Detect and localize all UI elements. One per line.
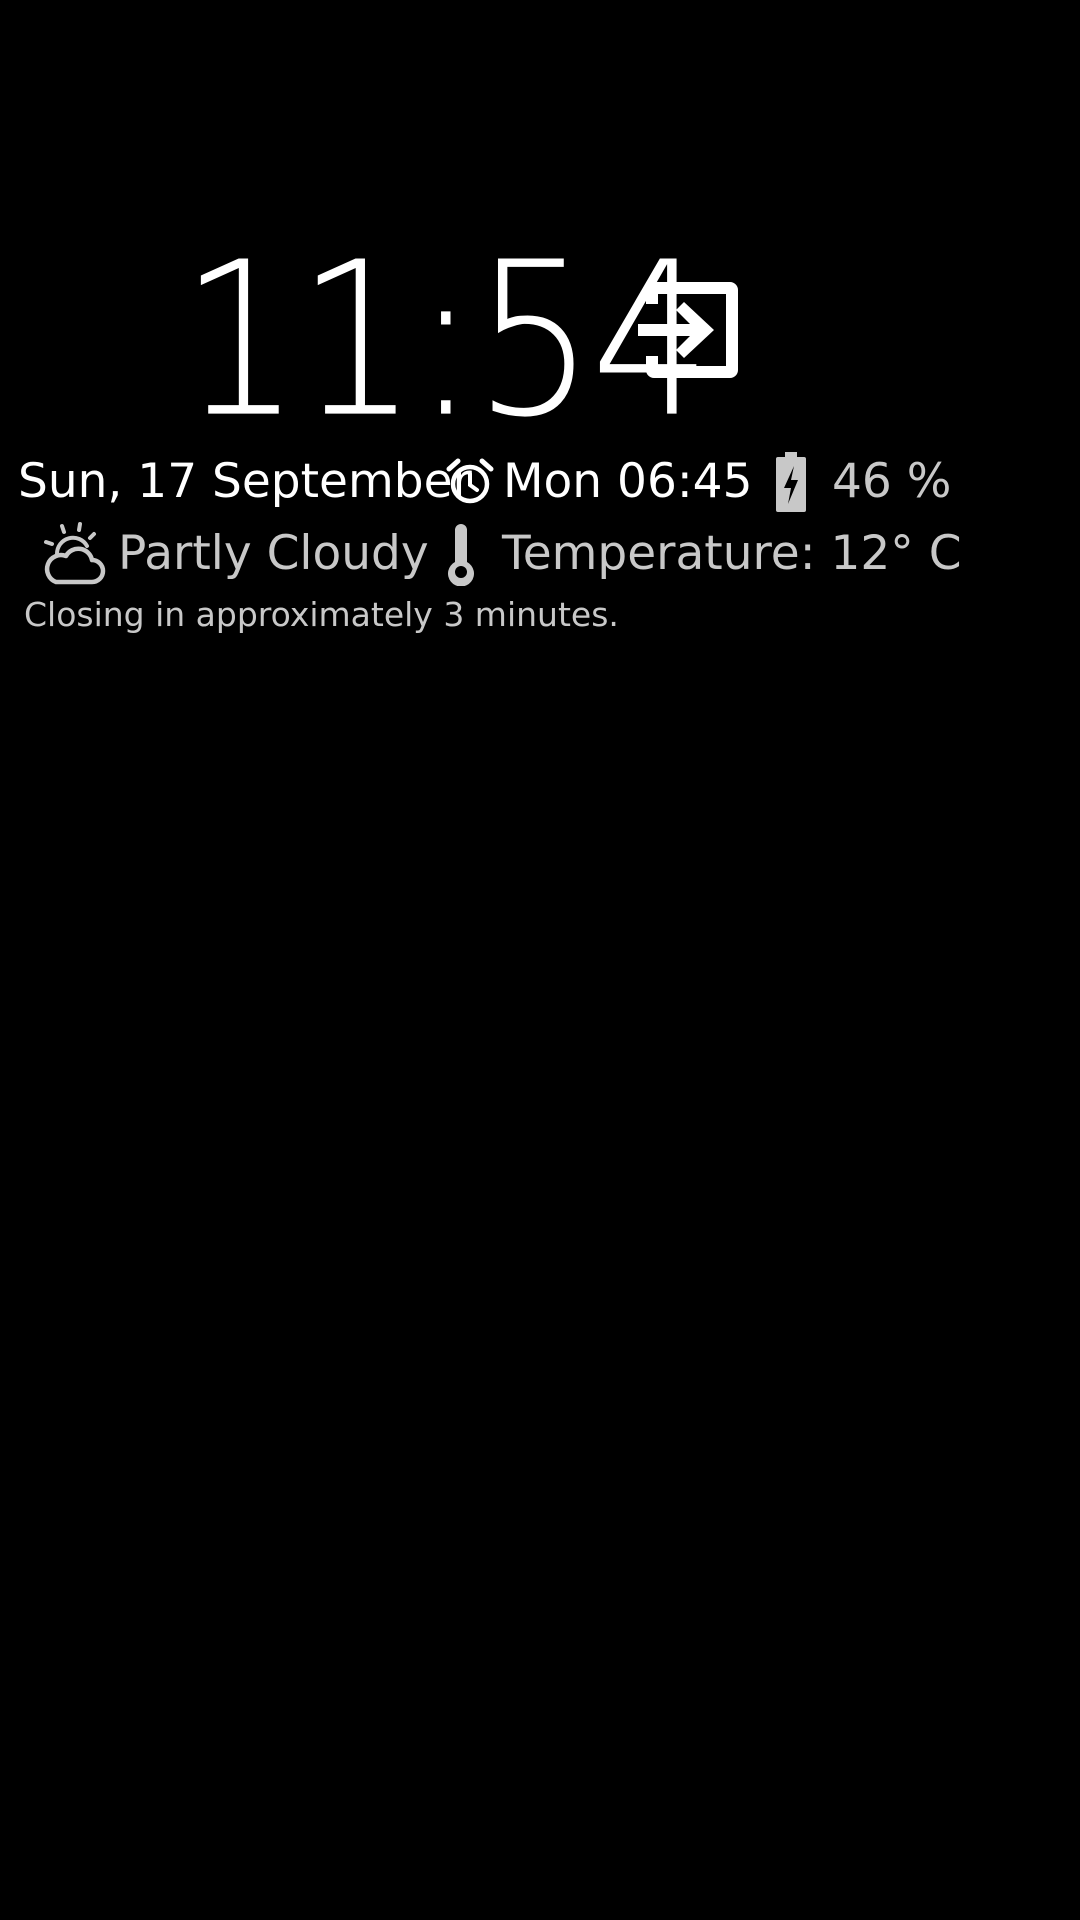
temperature-label: Temperature: 12° C bbox=[502, 526, 962, 581]
battery-percentage: 46 % bbox=[832, 454, 952, 509]
date-label: Sun, 17 September bbox=[18, 454, 472, 509]
weather-condition: Partly Cloudy bbox=[118, 526, 429, 581]
exit-to-app-icon bbox=[638, 282, 738, 378]
closing-countdown: Closing in approximately 3 minutes. bbox=[24, 595, 619, 634]
next-alarm-label: Mon 06:45 bbox=[503, 454, 753, 509]
partly-cloudy-icon bbox=[40, 520, 108, 586]
clock-time: 11:54 bbox=[180, 216, 712, 464]
alarm-clock-icon bbox=[445, 457, 495, 507]
thermometer-icon bbox=[441, 522, 481, 587]
exit-button[interactable] bbox=[636, 274, 748, 386]
clock-row: 11:54 bbox=[0, 234, 1080, 447]
battery-charging-icon bbox=[773, 450, 809, 514]
